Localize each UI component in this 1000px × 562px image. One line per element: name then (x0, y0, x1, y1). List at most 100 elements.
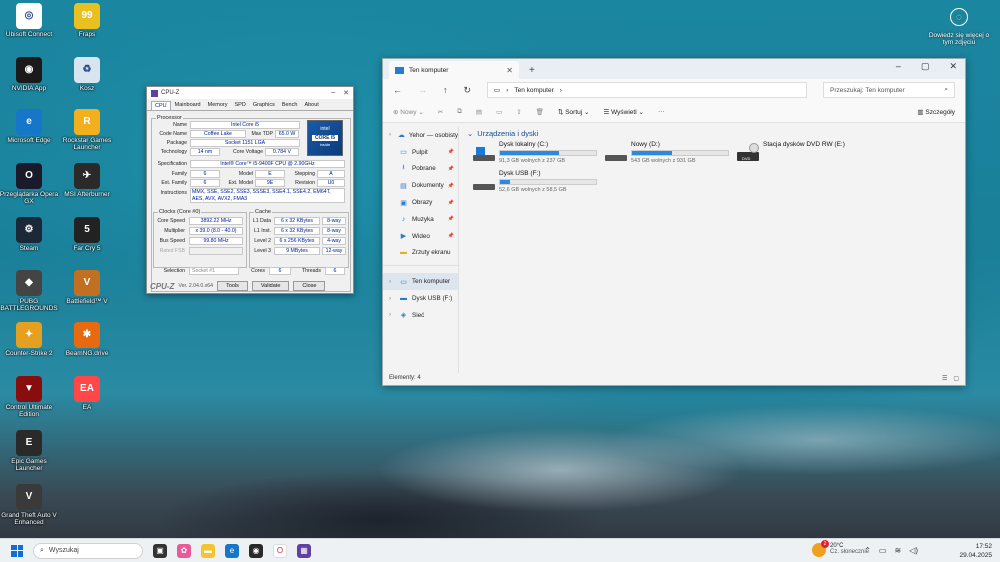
cpuz-tab-about[interactable]: About (301, 101, 321, 110)
cut-icon[interactable]: ✂ (438, 108, 443, 116)
desktop-shortcut[interactable]: EA EA (57, 376, 117, 411)
share-icon[interactable]: ⇪ (516, 108, 521, 116)
delete-icon[interactable]: 🗑 (536, 108, 544, 116)
maximize-button[interactable]: ▢ (921, 61, 930, 72)
sidebar-item[interactable]: › ▭ Ten komputer (383, 273, 458, 291)
new-tab-button[interactable]: + (529, 65, 535, 76)
taskbar-search[interactable]: ⌕ Wyszukaj (33, 542, 143, 559)
tray-chevron-icon[interactable]: ⌃ (864, 546, 871, 555)
desktop-shortcut[interactable]: O Przeglądarka Opera GX (0, 163, 59, 206)
sidebar-item[interactable]: › ☁ Yehor — osobisty (383, 127, 458, 144)
new-button[interactable]: ⊕ Nowy ⌄ (393, 108, 424, 116)
cpuz-window[interactable]: CPU-Z – ✕ CPU Mainboard Memory SPD Graphics B… (146, 86, 354, 294)
up-icon[interactable]: ↑ (443, 85, 448, 95)
refresh-icon[interactable]: ↻ (464, 85, 472, 96)
sidebar-item[interactable]: › ◈ Sieć (383, 307, 458, 324)
expand-chevron-icon[interactable]: › (389, 296, 395, 302)
desktop-shortcut[interactable]: ✦ Counter-Strike 2 (0, 322, 59, 357)
sidebar-item[interactable]: ▭ Pulpit 📌 (383, 144, 458, 161)
opera-gx-taskbar-icon[interactable]: O (273, 543, 287, 558)
desktop-shortcut[interactable]: R Rockstar Games Launcher (57, 109, 117, 152)
desktop-shortcut[interactable]: V Grand Theft Auto V Enhanced (0, 484, 59, 527)
sidebar-item[interactable]: ▶ Wideo 📌 (383, 228, 458, 245)
opera-gx-icon: O (16, 163, 42, 189)
expand-chevron-icon[interactable]: › (389, 279, 395, 285)
start-button[interactable] (11, 544, 23, 557)
sidebar-item[interactable]: ▤ Dokumenty 📌 (383, 177, 458, 194)
paste-icon[interactable]: ▤ (476, 108, 482, 116)
downloads-icon: ⭳ (402, 164, 405, 172)
package-label: Package (166, 140, 187, 146)
desktop-shortcut[interactable]: V Battlefield™ V (57, 270, 117, 305)
desktop-shortcut[interactable]: E Epic Games Launcher (0, 430, 59, 473)
task-view-icon[interactable]: ▣ (153, 543, 167, 558)
view-button[interactable]: ☰ Wyświetl ⌄ (603, 108, 644, 116)
address-bar[interactable]: ▭ › Ten komputer › (487, 82, 808, 98)
desktop-shortcut[interactable]: 5 Far Cry 5 (57, 217, 117, 252)
cpuz-tab-memory[interactable]: Memory (205, 101, 231, 110)
copy-icon[interactable]: ⧉ (457, 108, 462, 116)
explorer-tab[interactable]: Ten komputer ✕ (389, 61, 519, 79)
desktop-shortcut[interactable]: ✱ BeamNG.drive (57, 322, 117, 357)
more-options-button[interactable]: ··· (658, 108, 665, 115)
desktop-shortcut[interactable]: ◎ Ubisoft Connect (0, 3, 59, 38)
selection-dropdown[interactable]: Socket #1 (189, 267, 239, 275)
tiles-view-icon[interactable]: ▢ (953, 375, 959, 382)
drive-tile[interactable]: Nowy (D:) 543 GB wolnych z 931 GB (605, 141, 729, 164)
desktop-shortcut[interactable]: 99 Fraps (57, 3, 117, 38)
details-view-icon[interactable]: ☰ (942, 375, 947, 382)
minimize-button[interactable]: – (896, 61, 901, 72)
clock[interactable]: 17:52 29.04.2025 (959, 543, 992, 561)
window-close-button[interactable]: ✕ (949, 61, 957, 72)
cpuz-close-button[interactable]: ✕ (343, 89, 349, 97)
file-explorer-window[interactable]: Ten komputer ✕ + – ▢ ✕ ← → ↑ ↻ ▭ › Ten k… (382, 58, 966, 386)
back-icon[interactable]: ← (393, 85, 402, 95)
learn-about-picture[interactable]: ◌ Dowiedz się więcej o tym zdjęciu (924, 6, 994, 46)
desktop-shortcut[interactable]: ✈ MSI Afterburner (57, 163, 117, 198)
close-button[interactable]: Close (293, 281, 326, 291)
dvd-drive[interactable]: DVD Stacja dysków DVD RW (E:) (737, 141, 845, 161)
sidebar-item[interactable]: ♪ Muzyka 📌 (383, 211, 458, 228)
search-input[interactable]: Przeszukaj: Ten komputer ⌕ (823, 82, 955, 98)
file-explorer-icon[interactable]: ▬ (201, 543, 215, 558)
cpuz-tab-bench[interactable]: Bench (279, 101, 301, 110)
cpuz-minimize-button[interactable]: – (331, 89, 335, 97)
cpuz-tab-graphics[interactable]: Graphics (250, 101, 278, 110)
cpuz-titlebar[interactable]: CPU-Z – ✕ (147, 87, 353, 99)
desktop-shortcut[interactable]: ♻ Kosz (57, 57, 117, 92)
cpuz-tab-spd[interactable]: SPD (232, 101, 249, 110)
rename-icon[interactable]: ▭ (496, 108, 502, 116)
weather-widget[interactable]: 2 20°C Cz. słonecznie (812, 540, 869, 557)
sidebar-item[interactable]: ⭳ Pobrane 📌 (383, 161, 458, 178)
desktop-shortcut[interactable]: ⚙ Steam (0, 217, 59, 252)
sidebar-item[interactable]: ▣ Obrazy 📌 (383, 194, 458, 211)
expand-chevron-icon[interactable]: › (389, 312, 395, 318)
wifi-icon[interactable]: ≋ (894, 546, 901, 555)
tools-button[interactable]: Tools (217, 281, 248, 291)
sort-button[interactable]: ⇅ Sortuj ⌄ (558, 108, 590, 116)
tab-close-icon[interactable]: ✕ (506, 66, 513, 75)
details-button[interactable]: ▥ Szczegóły (917, 108, 955, 116)
cpuz-tab-cpu[interactable]: CPU (151, 101, 171, 110)
group-header[interactable]: ⌄ Urządzenia i dyski (467, 129, 957, 138)
desktop-shortcut[interactable]: e Microsoft Edge (0, 109, 59, 144)
volume-icon[interactable]: ◁) (909, 546, 918, 555)
copilot-icon[interactable]: ✿ (177, 543, 191, 558)
cpuz-tab-mainboard[interactable]: Mainboard (172, 101, 204, 110)
validate-button[interactable]: Validate (251, 281, 290, 291)
desktop-shortcut[interactable]: ◉ NVIDIA App (0, 57, 59, 92)
codename-value: Coffee Lake (190, 130, 246, 138)
gamepad-icon[interactable]: ▭ (879, 546, 887, 555)
store-icon[interactable]: ◉ (249, 543, 263, 558)
drive-tile[interactable]: Dysk USB (F:) 52,6 GB wolnych z 58,5 GB (473, 170, 597, 193)
clock-time: 17:52 (975, 543, 992, 550)
desktop-shortcut[interactable]: ◆ PUBG BATTLEGROUNDS (0, 270, 59, 313)
sidebar-item[interactable]: › ▬ Dysk USB (F:) (383, 290, 458, 307)
drive-tile[interactable]: Dysk lokalny (C:) 91,3 GB wolnych z 237 G… (473, 141, 597, 164)
cpuz-taskbar-icon[interactable]: ▦ (297, 543, 311, 558)
edge-taskbar-icon[interactable]: e (225, 543, 239, 558)
expand-chevron-icon[interactable]: › (389, 132, 394, 138)
forward-icon[interactable]: → (418, 85, 427, 95)
desktop-shortcut[interactable]: ▼ Control Ultimate Edition (0, 376, 59, 419)
sidebar-item[interactable]: ▬ Zrzuty ekranu (383, 245, 458, 262)
